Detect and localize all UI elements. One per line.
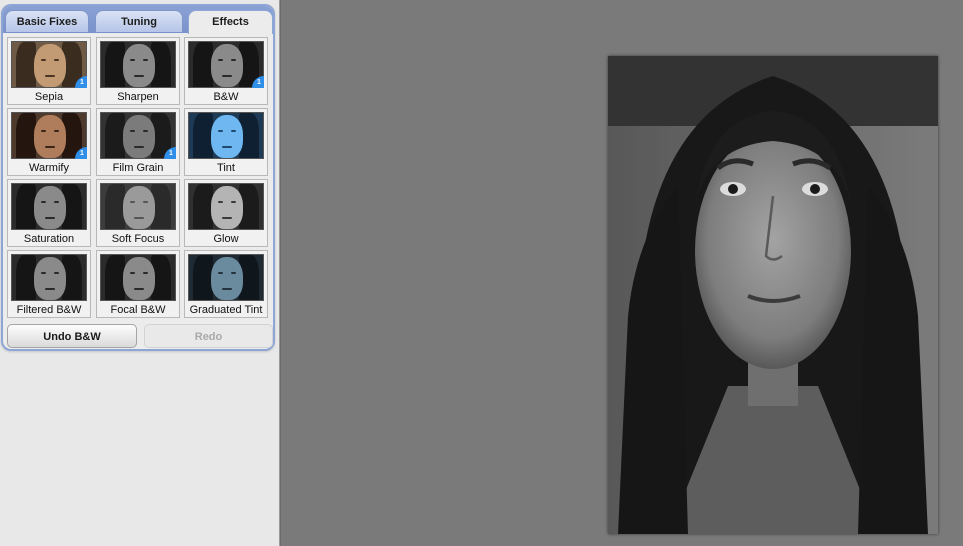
- effect-sharpen[interactable]: Sharpen: [96, 37, 180, 105]
- effect-thumbnail: [188, 254, 264, 301]
- effect-thumbnail: [11, 183, 87, 230]
- redo-button[interactable]: Redo: [144, 324, 273, 348]
- effect-label: Tint: [217, 162, 235, 174]
- effect-warmify[interactable]: Warmify 1: [7, 108, 91, 176]
- tab-effects[interactable]: Effects: [188, 10, 273, 34]
- effects-panel: Basic Fixes Tuning Effects Sepia 1 Sharpen…: [1, 4, 275, 351]
- effect-soft-focus[interactable]: Soft Focus: [96, 179, 180, 247]
- effect-thumbnail: [188, 41, 264, 88]
- undo-button[interactable]: Undo B&W: [7, 324, 137, 348]
- effect-bw[interactable]: B&W 1: [184, 37, 268, 105]
- effect-tint[interactable]: Tint: [184, 108, 268, 176]
- effect-thumbnail: [188, 112, 264, 159]
- effect-thumbnail: [100, 254, 176, 301]
- effect-label: Warmify: [29, 162, 69, 174]
- effect-thumbnail: [11, 112, 87, 159]
- effect-label: Glow: [213, 233, 239, 245]
- effect-thumbnail: [100, 183, 176, 230]
- effect-label: Soft Focus: [111, 233, 165, 245]
- effect-film-grain[interactable]: Film Grain 1: [96, 108, 180, 176]
- tab-basic-fixes[interactable]: Basic Fixes: [5, 10, 89, 32]
- photo-preview[interactable]: [608, 56, 938, 534]
- effect-label: Sharpen: [117, 91, 159, 103]
- effect-label: B&W: [213, 91, 239, 103]
- effect-thumbnail: [100, 41, 176, 88]
- effect-thumbnail: [11, 41, 87, 88]
- tab-bar: Basic Fixes Tuning Effects: [3, 6, 273, 34]
- effect-focal-bw[interactable]: Focal B&W: [96, 250, 180, 318]
- effect-thumbnail: [188, 183, 264, 230]
- effect-glow[interactable]: Glow: [184, 179, 268, 247]
- effect-label: Filtered B&W: [16, 304, 82, 316]
- effect-thumbnail: [11, 254, 87, 301]
- effect-label: Saturation: [23, 233, 75, 245]
- portrait-photo: [608, 56, 938, 534]
- effect-thumbnail: [100, 112, 176, 159]
- effect-filtered-bw[interactable]: Filtered B&W: [7, 250, 91, 318]
- effect-label: Sepia: [34, 91, 64, 103]
- adjust-sidebar: Basic Fixes Tuning Effects Sepia 1 Sharpen…: [0, 0, 280, 546]
- effect-label: Graduated Tint: [189, 304, 263, 316]
- effect-graduated-tint[interactable]: Graduated Tint: [184, 250, 268, 318]
- tab-tuning[interactable]: Tuning: [95, 10, 183, 32]
- effect-label: Focal B&W: [110, 304, 166, 316]
- effect-sepia[interactable]: Sepia 1: [7, 37, 91, 105]
- effect-label: Film Grain: [112, 162, 164, 174]
- effect-saturation[interactable]: Saturation: [7, 179, 91, 247]
